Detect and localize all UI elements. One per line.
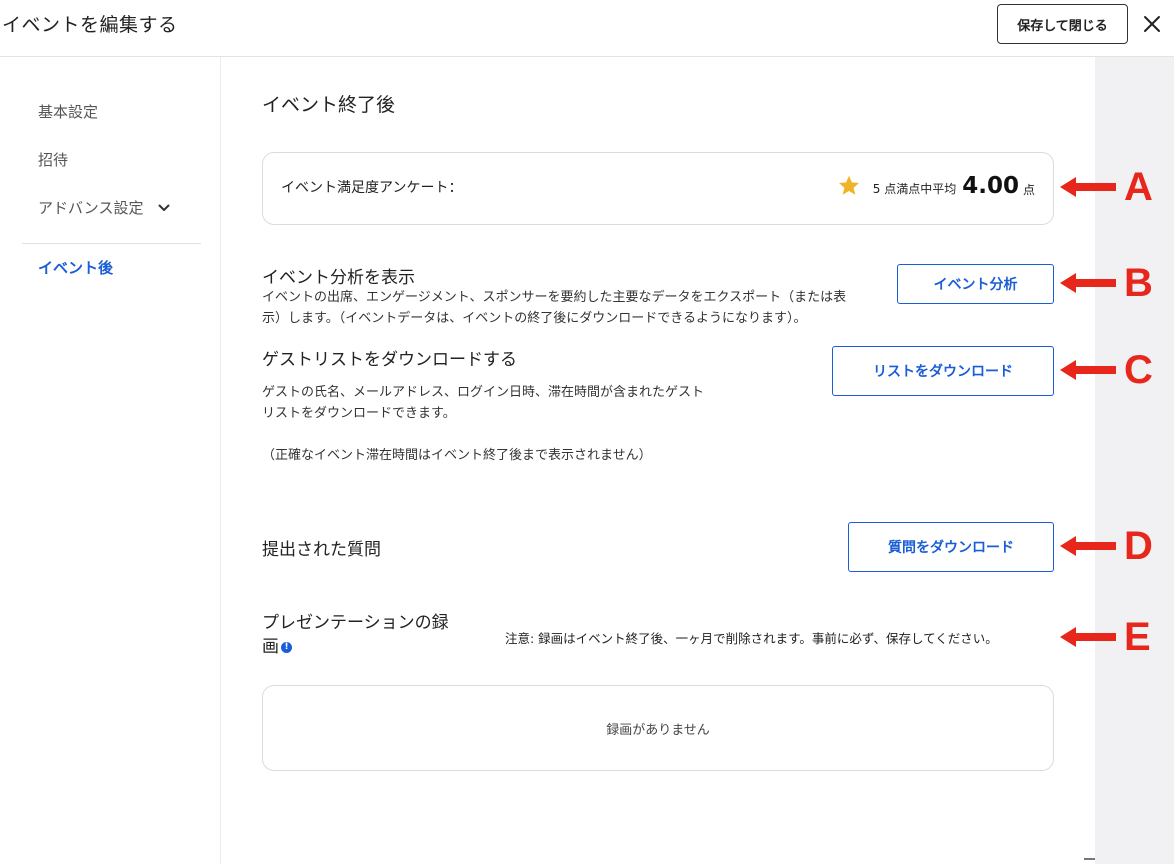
callout-a: A — [1060, 167, 1153, 207]
callout-letter: D — [1124, 524, 1153, 568]
rating-unit: 点 — [1022, 182, 1035, 197]
sidebar-item-basic-settings[interactable]: 基本設定 — [38, 101, 98, 122]
sidebar-item-label: 基本設定 — [38, 103, 99, 121]
sidebar: 基本設定 招待 アドバンス設定 イベント後 — [0, 57, 221, 864]
recordings-note: 注意: 録画はイベント終了後、一ヶ月で削除されます。事前に必ず、保存してください… — [505, 631, 998, 646]
save-and-close-button[interactable]: 保存して閉じる — [997, 4, 1128, 44]
analytics-description: イベントの出席、エンゲージメント、スポンサーを要約した主要なデータをエクスポート… — [262, 287, 846, 329]
analytics-desc-line: イベントの出席、エンゲージメント、スポンサーを要約した主要なデータをエクスポート… — [262, 290, 847, 305]
arrow-left-icon — [1060, 535, 1116, 557]
sidebar-item-label: イベント後 — [38, 259, 114, 277]
main-content: イベント終了後 イベント満足度アンケート： 5 点満点中平均 4.00 点 イベ… — [221, 57, 1095, 864]
page-title: イベントを編集する — [2, 14, 178, 36]
info-icon[interactable]: ! — [281, 641, 292, 653]
close-button[interactable] — [1140, 12, 1164, 36]
callout-letter: B — [1124, 261, 1153, 305]
survey-rating: 5 点満点中平均 4.00 点 — [837, 173, 1035, 199]
sidebar-item-label: 招待 — [38, 151, 69, 169]
sidebar-item-advanced-settings[interactable]: アドバンス設定 — [38, 197, 171, 218]
header: イベントを編集する 保存して閉じる — [0, 0, 1174, 57]
arrow-left-icon — [1060, 359, 1116, 381]
guest-list-note: （正確なイベント滞在時間はイベント終了後まで表示されません） — [262, 448, 652, 463]
guest-list-title: ゲストリストをダウンロードする — [262, 350, 517, 370]
survey-label: イベント満足度アンケート： — [281, 180, 463, 196]
recordings-title: プレゼンテーションの録 画! — [262, 611, 449, 659]
event-analytics-button[interactable]: イベント分析 — [897, 264, 1054, 304]
recordings-title-line: 画! — [262, 635, 449, 659]
star-icon — [837, 174, 861, 198]
rating-prefix: 5 点満点中平均 — [872, 181, 957, 196]
callout-e: E — [1060, 617, 1151, 657]
analytics-desc-line: 示）します。（イベントデータは、イベントの終了後にダウンロードできるようになりま… — [262, 311, 807, 326]
arrow-left-icon — [1060, 272, 1116, 294]
callout-d: D — [1060, 526, 1153, 566]
questions-title: 提出された質問 — [262, 540, 381, 560]
chevron-down-icon — [157, 201, 171, 215]
survey-card: イベント満足度アンケート： 5 点満点中平均 4.00 点 — [262, 152, 1054, 225]
arrow-left-icon — [1060, 176, 1116, 198]
analytics-title: イベント分析を表示 — [262, 268, 415, 288]
close-icon — [1144, 16, 1160, 32]
sidebar-item-label: アドバンス設定 — [38, 199, 144, 217]
empty-state-text: 録画がありません — [606, 722, 710, 738]
sidebar-item-invitations[interactable]: 招待 — [38, 149, 68, 170]
download-list-button[interactable]: リストをダウンロード — [832, 346, 1054, 396]
section-title: イベント終了後 — [262, 94, 396, 116]
callout-letter: C — [1124, 348, 1153, 392]
guest-list-description: ゲストの氏名、メールアドレス、ログイン日時、滞在時間が含まれたゲスト リストをダ… — [262, 382, 704, 424]
callout-b: B — [1060, 263, 1153, 303]
guest-list-desc-line: ゲストの氏名、メールアドレス、ログイン日時、滞在時間が含まれたゲスト — [262, 385, 705, 400]
recordings-empty-card: 録画がありません — [262, 685, 1054, 771]
callout-c: C — [1060, 350, 1153, 390]
sidebar-item-post-event[interactable]: イベント後 — [38, 257, 113, 278]
callout-letter: E — [1124, 615, 1151, 659]
arrow-left-icon — [1060, 626, 1116, 648]
guest-list-desc-line: リストをダウンロードできます。 — [262, 406, 456, 421]
download-questions-button[interactable]: 質問をダウンロード — [848, 522, 1054, 572]
callout-letter: A — [1124, 165, 1153, 209]
rating-value: 4.00 — [962, 173, 1019, 199]
sidebar-divider — [22, 243, 201, 244]
recordings-title-line: プレゼンテーションの録 — [262, 613, 449, 633]
